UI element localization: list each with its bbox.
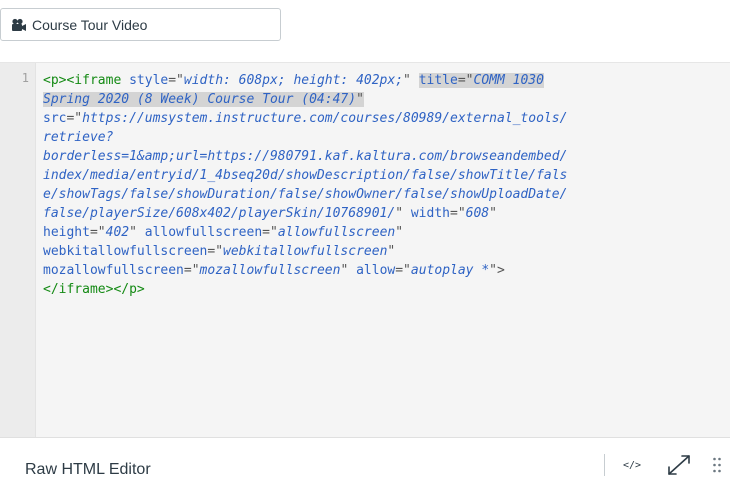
code-content[interactable]: <p><iframe style="width: 608px; height: … (43, 71, 723, 299)
code-punctuation-token: =" (89, 225, 106, 240)
editor-footer: Raw HTML Editor </> (0, 437, 730, 485)
code-string-token: e/showTags/false/showDuration/false/show… (43, 187, 568, 202)
code-punctuation-token: " (340, 263, 357, 278)
code-string-token: 402 (105, 225, 130, 240)
code-tag-token: <p><iframe (43, 73, 130, 88)
code-string-token: COMM 1030 (473, 73, 544, 88)
code-attribute-token: height (43, 225, 90, 240)
code-punctuation-token: " (356, 92, 364, 107)
code-punctuation-token: =" (457, 73, 474, 88)
code-punctuation-token: " (395, 206, 411, 221)
course-tour-video-link[interactable]: Course Tour Video (0, 8, 281, 41)
code-attribute-token: mozallowfullscreen (43, 263, 184, 278)
code-line: mozallowfullscreen="mozallowfullscreen" … (43, 261, 723, 280)
code-attribute-token: allowfullscreen (144, 225, 263, 240)
code-punctuation-token: =" (450, 206, 466, 221)
code-punctuation-token: " (129, 225, 145, 240)
code-line: e/showTags/false/showDuration/false/show… (43, 185, 723, 204)
code-string-token: retrieve? (43, 130, 114, 145)
line-number: 1 (21, 71, 29, 85)
line-number-gutter: 1 (0, 63, 36, 437)
code-icon: </> (622, 459, 642, 471)
code-punctuation-token: " (403, 73, 419, 88)
drag-handle-icon (713, 457, 721, 473)
code-line: </iframe></p> (43, 280, 723, 299)
code-string-token: webkitallowfullscreen (223, 244, 388, 259)
code-punctuation-token: =" (66, 111, 83, 126)
code-punctuation-token: " (395, 225, 404, 240)
code-line: index/media/entryid/1_4bseq20d/showDescr… (43, 166, 723, 185)
code-tag-token: </iframe></p> (43, 282, 145, 297)
code-punctuation-token: " (387, 244, 396, 259)
code-attribute-token: allow (356, 263, 396, 278)
code-punctuation-token: =" (262, 225, 278, 240)
code-line: borderless=1&amp;url=https://980791.kaf.… (43, 147, 723, 166)
raw-html-editor-label: Raw HTML Editor (25, 461, 151, 478)
code-punctuation-token: "> (489, 263, 505, 278)
code-string-token: autoplay * (410, 263, 490, 278)
resize-handle[interactable] (710, 453, 724, 477)
code-line: Spring 2020 (8 Week) Course Tour (04:47)… (43, 90, 723, 109)
code-string-token: mozallowfullscreen (199, 263, 341, 278)
code-attribute-token: src (43, 111, 67, 126)
code-attribute-token: title (418, 73, 458, 88)
code-line: height="402" allowfullscreen="allowfulls… (43, 223, 723, 242)
code-attribute-token: webkitallowfullscreen (43, 244, 208, 259)
code-punctuation-token: " (489, 206, 497, 221)
code-string-token: https://umsystem.instructure.com/courses… (82, 111, 568, 126)
footer-divider (604, 454, 605, 476)
fullscreen-button[interactable] (666, 453, 692, 477)
code-punctuation-token: =" (207, 244, 224, 259)
code-line: webkitallowfullscreen="webkitallowfullsc… (43, 242, 723, 261)
video-camera-icon (11, 18, 27, 32)
code-line: false/playerSize/608x402/playerSkin/1076… (43, 204, 723, 223)
expand-icon (668, 455, 690, 475)
code-attribute-token: width (410, 206, 450, 221)
code-string-token: width: 608px; height: 402px; (183, 73, 404, 88)
code-string-token: borderless=1&amp;url=https://980791.kaf.… (43, 149, 568, 164)
code-attribute-token: style (129, 73, 169, 88)
code-line: retrieve? (43, 128, 723, 147)
code-line: <p><iframe style="width: 608px; height: … (43, 71, 723, 90)
course-tour-video-label: Course Tour Video (32, 16, 148, 33)
code-punctuation-token: =" (168, 73, 184, 88)
code-string-token: index/media/entryid/1_4bseq20d/showDescr… (43, 168, 568, 183)
code-string-token: 608 (465, 206, 490, 221)
html-toggle-button[interactable]: </> (620, 453, 644, 477)
code-punctuation-token: =" (183, 263, 200, 278)
code-string-token: false/playerSize/608x402/playerSkin/1076… (43, 206, 396, 221)
code-line: src="https://umsystem.instructure.com/co… (43, 109, 723, 128)
code-string-token: allowfullscreen (277, 225, 396, 240)
code-string-token: Spring 2020 (8 Week) Course Tour (04:47) (43, 92, 357, 107)
code-punctuation-token: =" (395, 263, 411, 278)
raw-html-editor[interactable]: 1 <p><iframe style="width: 608px; height… (0, 62, 730, 438)
